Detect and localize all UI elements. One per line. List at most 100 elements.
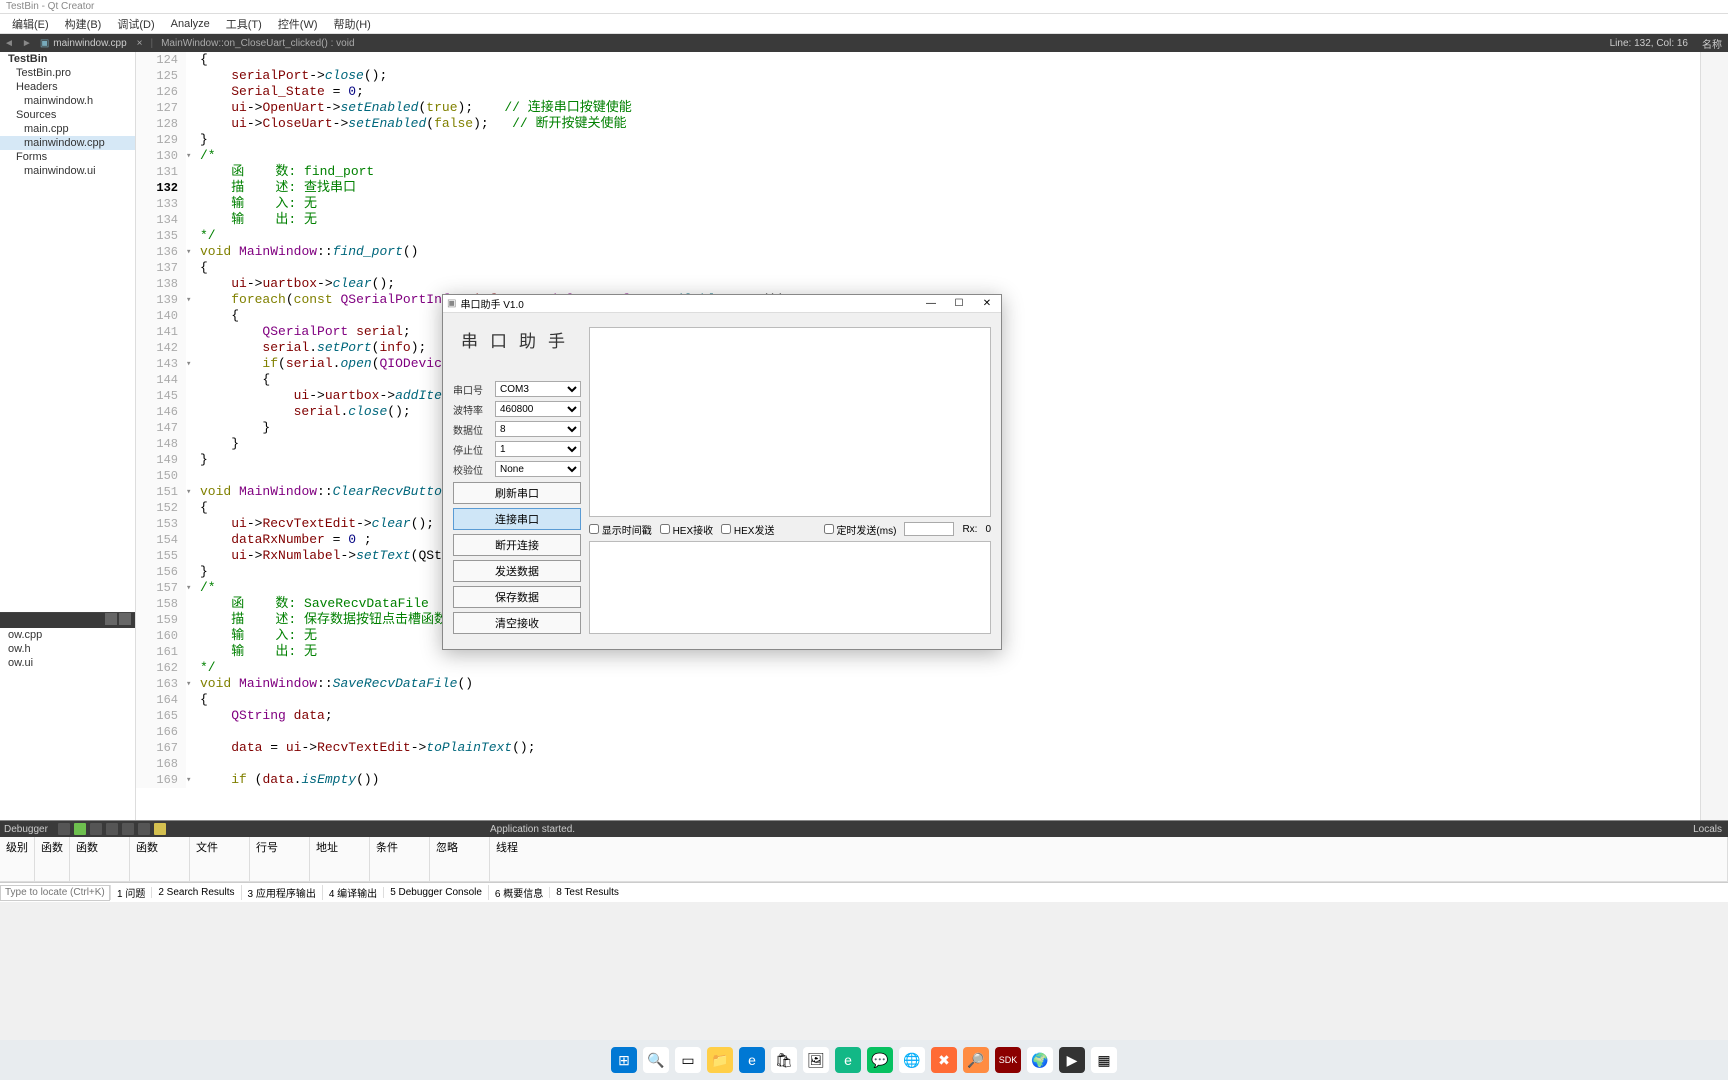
open-file-tab[interactable]: ▣ mainwindow.cpp × bbox=[40, 38, 143, 49]
store-icon[interactable]: 🛍 bbox=[771, 1047, 797, 1073]
open-doc-1[interactable]: ow.cpp bbox=[0, 628, 135, 642]
tree-mainwindow-cpp[interactable]: mainwindow.cpp bbox=[0, 136, 135, 150]
edge-icon[interactable]: e bbox=[739, 1047, 765, 1073]
nav-fwd-icon[interactable]: ► bbox=[22, 38, 32, 49]
code-line[interactable]: 163▾void MainWindow::SaveRecvDataFile() bbox=[136, 676, 1700, 692]
code-line[interactable]: 167 data = ui->RecvTextEdit->toPlainText… bbox=[136, 740, 1700, 756]
browser-icon[interactable]: 🌍 bbox=[1027, 1047, 1053, 1073]
code-line[interactable]: 136▾void MainWindow::find_port() bbox=[136, 244, 1700, 260]
dbg-restart-icon[interactable] bbox=[154, 823, 166, 835]
code-line[interactable]: 128 ui->CloseUart->setEnabled(false); //… bbox=[136, 116, 1700, 132]
dbg-stop-icon[interactable] bbox=[90, 823, 102, 835]
sdk-icon[interactable]: SDK bbox=[995, 1047, 1021, 1073]
code-line[interactable]: 135*/ bbox=[136, 228, 1700, 244]
dialog-close-button[interactable]: ✕ bbox=[973, 295, 1001, 313]
disconnect-button[interactable]: 断开连接 bbox=[453, 534, 581, 556]
connect-port-button[interactable]: 连接串口 bbox=[453, 508, 581, 530]
explorer-icon[interactable]: 📁 bbox=[707, 1047, 733, 1073]
tree-pro[interactable]: TestBin.pro bbox=[0, 66, 135, 80]
dialog-maximize-button[interactable]: ☐ bbox=[945, 295, 973, 313]
data-select[interactable]: 8 bbox=[495, 421, 581, 437]
chrome-icon[interactable]: 🌐 bbox=[899, 1047, 925, 1073]
refresh-port-button[interactable]: 刷新串口 bbox=[453, 482, 581, 504]
output-tab-compile[interactable]: 4 编译输出 bbox=[322, 885, 383, 900]
code-line[interactable]: 125 serialPort->close(); bbox=[136, 68, 1700, 84]
timed-send-checkbox[interactable]: 定时发送(ms) bbox=[824, 522, 897, 537]
menu-help[interactable]: 帮助(H) bbox=[326, 16, 379, 32]
tree-headers[interactable]: Headers bbox=[0, 80, 135, 94]
menu-edit[interactable]: 编辑(E) bbox=[4, 16, 57, 32]
code-line[interactable]: 169▾ if (data.isEmpty()) bbox=[136, 772, 1700, 788]
col-line[interactable]: 行号 bbox=[250, 837, 310, 882]
code-line[interactable]: 162*/ bbox=[136, 660, 1700, 676]
code-line[interactable]: 130▾/* bbox=[136, 148, 1700, 164]
save-data-button[interactable]: 保存数据 bbox=[453, 586, 581, 608]
send-data-button[interactable]: 发送数据 bbox=[453, 560, 581, 582]
code-line[interactable]: 132 描 述: 查找串口 bbox=[136, 180, 1700, 196]
clear-recv-button[interactable]: 清空接收 bbox=[453, 612, 581, 634]
col-file[interactable]: 文件 bbox=[190, 837, 250, 882]
right-panel[interactable] bbox=[1700, 52, 1728, 820]
app1-icon[interactable]: e bbox=[835, 1047, 861, 1073]
taskview-icon[interactable]: ▭ bbox=[675, 1047, 701, 1073]
code-line[interactable]: 164{ bbox=[136, 692, 1700, 708]
tree-mainwindow-ui[interactable]: mainwindow.ui bbox=[0, 164, 135, 178]
menu-debug[interactable]: 调试(D) bbox=[109, 16, 162, 32]
split-icon[interactable] bbox=[105, 613, 117, 625]
tree-main-cpp[interactable]: main.cpp bbox=[0, 122, 135, 136]
dbg-step-over-icon[interactable] bbox=[106, 823, 118, 835]
code-line[interactable]: 126 Serial_State = 0; bbox=[136, 84, 1700, 100]
col-thread[interactable]: 线程 bbox=[490, 837, 1728, 882]
output-tab-app-output[interactable]: 3 应用程序输出 bbox=[241, 885, 322, 900]
output-tab-search[interactable]: 2 Search Results bbox=[151, 887, 240, 898]
tree-header-file[interactable]: mainwindow.h bbox=[0, 94, 135, 108]
hex-send-checkbox[interactable]: HEX发送 bbox=[721, 522, 774, 537]
dbg-run-icon[interactable] bbox=[74, 823, 86, 835]
baud-select[interactable]: 460800 bbox=[495, 401, 581, 417]
stop-select[interactable]: 1 bbox=[495, 441, 581, 457]
dialog-minimize-button[interactable]: — bbox=[917, 295, 945, 313]
col-level[interactable]: 级别 bbox=[0, 837, 35, 882]
hex-recv-checkbox[interactable]: HEX接收 bbox=[660, 522, 713, 537]
menu-build[interactable]: 构建(B) bbox=[57, 16, 110, 32]
send-textarea[interactable] bbox=[589, 541, 991, 634]
close-tab-icon[interactable]: × bbox=[137, 38, 143, 49]
wechat-icon[interactable]: 💬 bbox=[867, 1047, 893, 1073]
tree-root[interactable]: TestBin bbox=[0, 52, 135, 66]
search-icon[interactable]: 🔍 bbox=[643, 1047, 669, 1073]
open-doc-3[interactable]: ow.ui bbox=[0, 656, 135, 670]
code-line[interactable]: 124{ bbox=[136, 52, 1700, 68]
code-line[interactable]: 138 ui->uartbox->clear(); bbox=[136, 276, 1700, 292]
close-pane-icon[interactable] bbox=[119, 613, 131, 625]
todesk-icon[interactable]: ✖ bbox=[931, 1047, 957, 1073]
dbg-step-in-icon[interactable] bbox=[122, 823, 134, 835]
menu-tools[interactable]: 工具(T) bbox=[218, 16, 270, 32]
start-icon[interactable]: ⊞ bbox=[611, 1047, 637, 1073]
timestamp-checkbox[interactable]: 显示时间戳 bbox=[589, 522, 652, 537]
code-line[interactable]: 166 bbox=[136, 724, 1700, 740]
recv-textarea[interactable] bbox=[589, 327, 991, 517]
menu-widgets[interactable]: 控件(W) bbox=[270, 16, 326, 32]
code-line[interactable]: 137{ bbox=[136, 260, 1700, 276]
tree-forms[interactable]: Forms bbox=[0, 150, 135, 164]
locator-input[interactable] bbox=[0, 885, 110, 901]
timed-send-input[interactable] bbox=[904, 522, 954, 536]
code-line[interactable]: 127 ui->OpenUart->setEnabled(true); // 连… bbox=[136, 100, 1700, 116]
everything-icon[interactable]: 🔎 bbox=[963, 1047, 989, 1073]
port-select[interactable]: COM3 bbox=[495, 381, 581, 397]
dialog-titlebar[interactable]: ▣ 串口助手 V1.0 — ☐ ✕ bbox=[443, 295, 1001, 313]
output-tab-issues[interactable]: 1 问题 bbox=[110, 885, 151, 900]
col-func1[interactable]: 函数 bbox=[35, 837, 70, 882]
dbg-continue-icon[interactable] bbox=[58, 823, 70, 835]
dbg-step-out-icon[interactable] bbox=[138, 823, 150, 835]
output-tab-summary[interactable]: 6 概要信息 bbox=[488, 885, 549, 900]
col-cond[interactable]: 条件 bbox=[370, 837, 430, 882]
output-tab-test[interactable]: 8 Test Results bbox=[549, 887, 625, 898]
code-line[interactable]: 129} bbox=[136, 132, 1700, 148]
menu-analyze[interactable]: Analyze bbox=[163, 18, 218, 30]
project-tree[interactable]: TestBin TestBin.pro Headers mainwindow.h… bbox=[0, 52, 135, 612]
code-line[interactable]: 131 函 数: find_port bbox=[136, 164, 1700, 180]
code-line[interactable]: 133 输 入: 无 bbox=[136, 196, 1700, 212]
photos-icon[interactable]: 🖼 bbox=[803, 1047, 829, 1073]
app2-icon[interactable]: ▦ bbox=[1091, 1047, 1117, 1073]
